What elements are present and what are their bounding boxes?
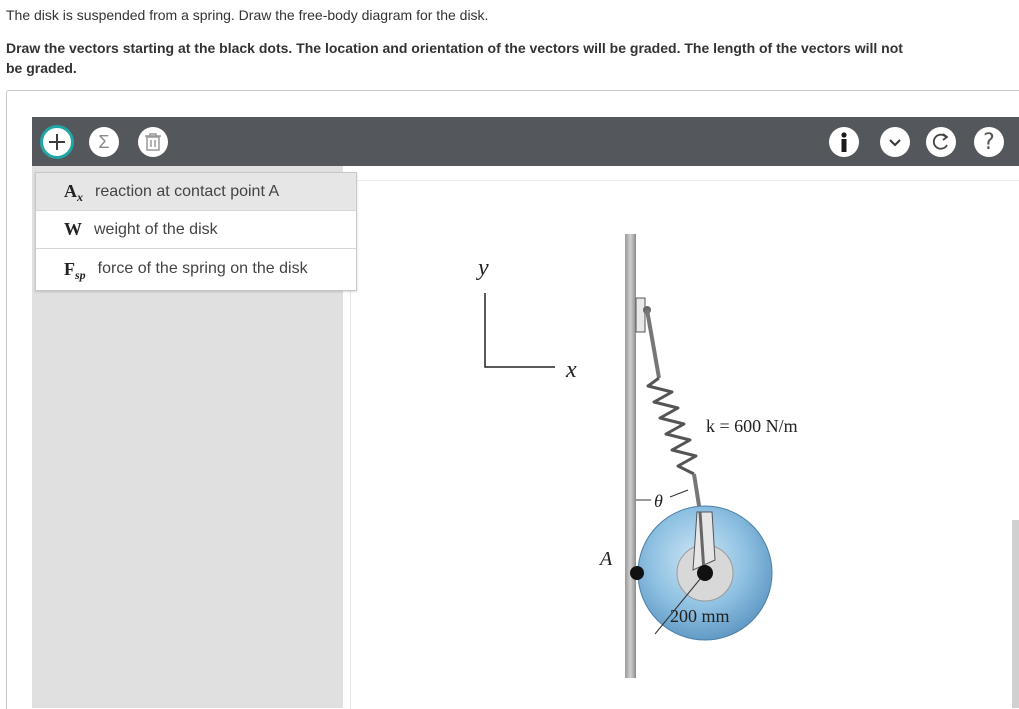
plus-icon <box>49 134 65 150</box>
vector-option-fsp[interactable]: Fsp force of the spring on the disk <box>36 250 356 288</box>
add-vector-button[interactable] <box>40 125 74 159</box>
trash-icon <box>145 133 161 151</box>
sum-button[interactable]: Σ <box>89 127 119 157</box>
help-icon: ? <box>983 129 995 155</box>
sigma-icon: Σ <box>98 131 110 152</box>
vector-dropdown-menu: Ax reaction at contact point A W weight … <box>35 172 357 291</box>
vector-label: weight of the disk <box>94 220 218 238</box>
reset-button[interactable] <box>926 127 956 157</box>
vector-symbol: Ax <box>64 181 83 204</box>
vector-option-ax[interactable]: Ax reaction at contact point A <box>36 173 356 211</box>
reset-icon <box>932 133 949 150</box>
vector-symbol: W <box>64 219 82 239</box>
vector-label: reaction at contact point A <box>95 182 280 200</box>
toolbar: Σ ? <box>32 117 1019 166</box>
drawing-canvas[interactable] <box>350 180 1019 709</box>
info-button[interactable] <box>829 127 859 157</box>
scrollbar[interactable] <box>1012 520 1019 708</box>
chevron-down-icon <box>889 139 901 147</box>
delete-button[interactable] <box>138 127 168 157</box>
vector-symbol: Fsp <box>64 258 86 282</box>
info-icon <box>841 132 847 152</box>
vector-label: force of the spring on the disk <box>97 260 308 277</box>
options-dropdown-button[interactable] <box>880 127 910 157</box>
vector-option-w[interactable]: W weight of the disk <box>36 211 356 249</box>
help-button[interactable]: ? <box>974 127 1004 157</box>
instructions: Draw the vectors starting at the black d… <box>6 40 903 76</box>
problem-statement: The disk is suspended from a spring. Dra… <box>6 7 489 23</box>
